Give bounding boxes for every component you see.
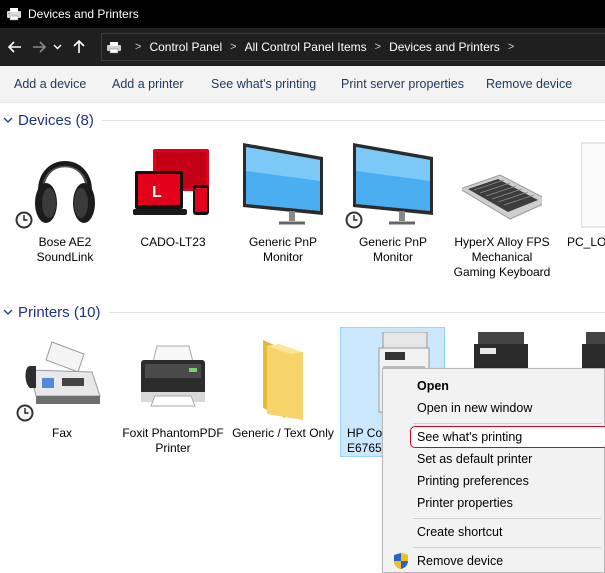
- menu-item-label: See what's printing: [417, 430, 523, 444]
- keyboard-icon: [462, 174, 542, 220]
- menu-separator: [413, 423, 601, 424]
- device-label: Generic PnP Monitor: [248, 235, 318, 264]
- title-bar: Devices and Printers: [0, 0, 605, 28]
- breadcrumb-separator: >: [374, 41, 382, 53]
- device-label: PC_LO: [567, 235, 605, 249]
- device-tile[interactable]: L CADO-LT23: [121, 141, 225, 271]
- mfp-printer-icon: [474, 332, 528, 368]
- device-label: Bose AE2 SoundLink: [36, 235, 94, 264]
- chevron-down-icon: [3, 309, 13, 315]
- printer-icon: [141, 345, 205, 407]
- uac-shield-icon: [394, 553, 408, 569]
- recent-locations-button[interactable]: [50, 36, 64, 58]
- clock-icon: [345, 211, 363, 229]
- device-label: CADO-LT23: [140, 235, 206, 249]
- add-printer-button[interactable]: Add a printer: [112, 77, 184, 91]
- menu-item-see-whats-printing[interactable]: See what's printing: [383, 426, 605, 448]
- breadcrumb-control-panel[interactable]: Control Panel: [149, 40, 222, 54]
- menu-item-create-shortcut[interactable]: Create shortcut: [383, 521, 605, 543]
- breadcrumb-separator: >: [230, 41, 237, 53]
- printer-label-line2: E6765: [347, 441, 382, 455]
- menu-item-label: Remove device: [417, 554, 504, 568]
- see-whats-printing-button[interactable]: See what's printing: [211, 77, 316, 91]
- arrow-right-icon: [33, 41, 46, 53]
- breadcrumb-devices-printers[interactable]: Devices and Printers: [389, 40, 500, 54]
- printer-label: Generic / Text Only: [232, 426, 334, 440]
- menu-separator: [413, 518, 601, 519]
- menu-item-printing-preferences[interactable]: Printing preferences: [383, 470, 605, 492]
- address-box[interactable]: > Control Panel > All Control Panel Item…: [101, 33, 605, 61]
- up-button[interactable]: [68, 36, 90, 58]
- menu-item-printer-properties[interactable]: Printer properties: [383, 492, 605, 514]
- menu-separator: [413, 547, 601, 548]
- printer-label-line1: HP Co: [347, 426, 383, 440]
- devices-group-header[interactable]: Devices (8): [0, 109, 605, 131]
- back-button[interactable]: [4, 36, 26, 58]
- chevron-down-icon: [53, 44, 61, 50]
- clock-icon: [15, 211, 33, 229]
- menu-item-label: Create shortcut: [417, 525, 503, 539]
- svg-text:L: L: [152, 184, 162, 201]
- add-device-button[interactable]: Add a device: [14, 77, 86, 91]
- breadcrumb-all-items[interactable]: All Control Panel Items: [245, 40, 367, 54]
- laptop-icon: L: [133, 149, 209, 215]
- headphones-icon: [35, 161, 95, 223]
- menu-item-remove-device[interactable]: Remove device: [383, 550, 605, 572]
- devices-printers-icon: [7, 8, 21, 21]
- devices-printers-icon: [107, 42, 121, 54]
- menu-item-label: Open in new window: [417, 401, 533, 415]
- menu-item-label: Printer properties: [417, 496, 513, 510]
- printer-tile[interactable]: Fax: [10, 332, 114, 452]
- menu-item-label: Open: [417, 379, 449, 393]
- print-server-properties-button[interactable]: Print server properties: [341, 77, 464, 91]
- device-tile[interactable]: Generic PnP Monitor: [231, 141, 335, 271]
- monitor-icon: [243, 143, 323, 225]
- command-bar: Add a device Add a printer See what's pr…: [0, 66, 605, 103]
- monitor-icon: [353, 143, 433, 225]
- device-tile[interactable]: HyperX Alloy FPS Mechanical Gaming Keybo…: [450, 141, 554, 301]
- device-label: HyperX Alloy FPS Mechanical Gaming Keybo…: [453, 235, 551, 279]
- group-divider: [101, 119, 605, 121]
- arrow-up-icon: [73, 40, 85, 53]
- printer-label: Foxit PhantomPDF Printer: [122, 426, 224, 455]
- mfp-printer-icon: [582, 332, 605, 368]
- menu-item-label: Printing preferences: [417, 474, 529, 488]
- device-tile[interactable]: Generic PnP Monitor: [341, 141, 445, 271]
- computer-icon: [581, 142, 605, 228]
- fax-icon: [25, 341, 101, 404]
- printers-group-label: Printers (10): [18, 303, 101, 321]
- menu-item-open-new-window[interactable]: Open in new window: [383, 397, 605, 419]
- device-tile[interactable]: Bose AE2 SoundLink: [13, 141, 117, 271]
- window-title: Devices and Printers: [28, 7, 139, 21]
- device-label: Generic PnP Monitor: [358, 235, 428, 264]
- device-tile[interactable]: PC_LO: [559, 141, 605, 271]
- menu-item-label: Set as default printer: [417, 452, 533, 466]
- printer-label: Fax: [51, 426, 72, 440]
- remove-device-button[interactable]: Remove device: [486, 77, 572, 91]
- clock-icon: [16, 404, 34, 422]
- address-bar: > Control Panel > All Control Panel Item…: [0, 28, 605, 66]
- printer-tile[interactable]: Foxit PhantomPDF Printer: [121, 332, 225, 472]
- breadcrumb-separator: >: [135, 41, 142, 53]
- context-menu: Open Open in new window See what's print…: [382, 368, 605, 573]
- folder-icon: [263, 340, 303, 420]
- group-divider: [108, 311, 605, 313]
- menu-item-set-default-printer[interactable]: Set as default printer: [383, 448, 605, 470]
- forward-button[interactable]: [28, 36, 50, 58]
- arrow-left-icon: [8, 41, 21, 53]
- chevron-down-icon: [3, 117, 13, 123]
- breadcrumb-expand[interactable]: >: [508, 41, 514, 53]
- devices-group-label: Devices (8): [18, 111, 94, 129]
- menu-item-open[interactable]: Open: [383, 375, 605, 397]
- printer-tile[interactable]: Generic / Text Only: [231, 332, 335, 462]
- printers-group-header[interactable]: Printers (10): [0, 301, 605, 323]
